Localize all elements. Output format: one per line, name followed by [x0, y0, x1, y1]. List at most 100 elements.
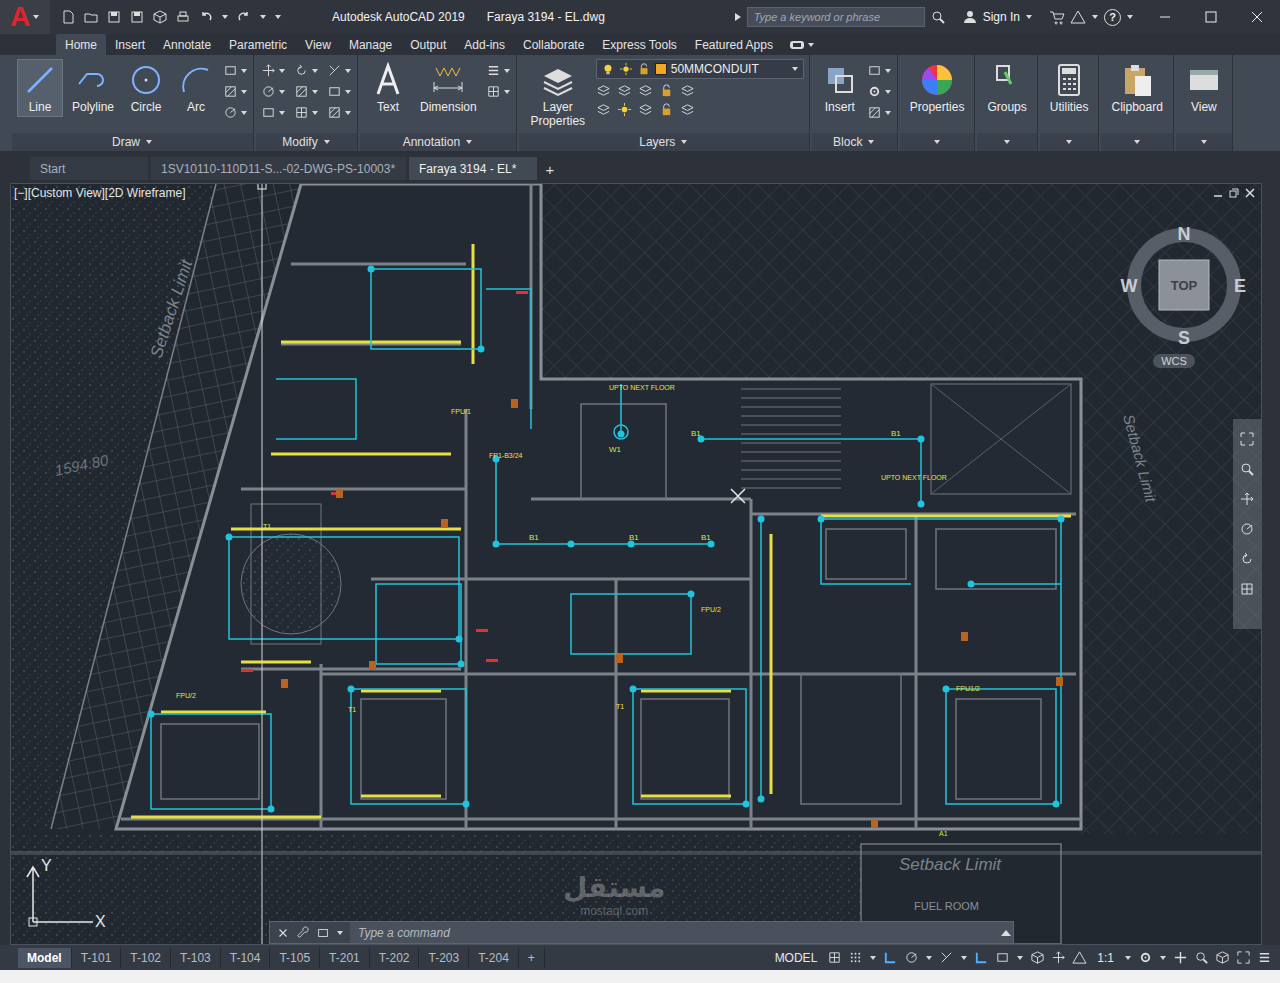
caret-icon[interactable]	[1003, 138, 1011, 146]
caret-icon[interactable]	[807, 41, 815, 49]
sun-icon[interactable]	[619, 62, 633, 76]
ribbon-tab[interactable]: Output	[401, 34, 455, 55]
rotate-icon[interactable]	[1239, 551, 1255, 567]
ribbon-tab[interactable]: Collaborate	[514, 34, 593, 55]
ribbon-tool[interactable]: Layer Properties	[524, 59, 592, 131]
grid-icon[interactable]	[294, 105, 309, 120]
lock-icon[interactable]	[659, 102, 674, 117]
caret-icon[interactable]	[1159, 954, 1167, 962]
layout-tab[interactable]: T-103	[171, 948, 221, 968]
grid-icon[interactable]	[827, 950, 842, 965]
layout-tab[interactable]: Model	[18, 948, 72, 968]
print-icon[interactable]	[175, 9, 191, 25]
logo[interactable]: A	[10, 1, 30, 33]
caret-icon[interactable]	[323, 138, 331, 146]
space-toggle[interactable]: MODEL	[771, 951, 822, 965]
cube-icon[interactable]	[152, 9, 168, 25]
ribbon-tool[interactable]: Arc	[173, 59, 219, 117]
ribbon-tool[interactable]: Dimension	[415, 59, 482, 117]
panel-title[interactable]: Draw	[12, 133, 253, 151]
panel-expander[interactable]	[1176, 133, 1232, 151]
caret-icon[interactable]	[1133, 138, 1141, 146]
caret-icon[interactable]	[278, 67, 286, 75]
caret-icon[interactable]	[884, 109, 892, 117]
user-icon[interactable]	[962, 9, 978, 25]
caret-icon[interactable]	[311, 67, 319, 75]
rect-icon[interactable]	[261, 105, 276, 120]
caret-icon[interactable]	[240, 109, 248, 117]
caret-icon[interactable]	[1065, 138, 1073, 146]
view-icon[interactable]	[1186, 62, 1222, 98]
bulb-icon[interactable]	[601, 62, 615, 76]
clipboard-icon[interactable]	[1119, 62, 1155, 98]
caret-icon[interactable]	[867, 138, 875, 146]
file-tab[interactable]: 1SV10110-110D11-S...-02-DWG-PS-10003*	[151, 157, 406, 180]
viewcube[interactable]: TOPNSWEWCS	[1117, 218, 1251, 368]
circle-icon[interactable]	[128, 62, 164, 98]
caret-icon[interactable]	[1126, 13, 1134, 21]
layer-icon[interactable]	[680, 102, 695, 117]
cube-icon[interactable]	[1030, 950, 1045, 965]
menu-icon[interactable]	[486, 63, 501, 78]
ribbon-tab[interactable]: Featured Apps	[686, 34, 782, 55]
caret-icon[interactable]	[240, 67, 248, 75]
file-tab[interactable]: Start	[30, 157, 148, 180]
panel-expander[interactable]	[977, 133, 1036, 151]
caret-icon[interactable]	[884, 67, 892, 75]
ribbon-tool[interactable]: Text	[365, 59, 411, 117]
rotate-icon[interactable]	[294, 63, 309, 78]
arc-icon[interactable]	[178, 62, 214, 98]
layers-icon[interactable]	[540, 62, 576, 98]
layer-icon[interactable]	[596, 83, 611, 98]
layout-tab[interactable]: T-105	[270, 948, 320, 968]
hatch-icon[interactable]	[327, 105, 342, 120]
redo-icon[interactable]	[236, 9, 252, 25]
ribbon-toggle-icon[interactable]	[790, 40, 804, 50]
ribbon-tab[interactable]: Manage	[340, 34, 401, 55]
panel-title[interactable]: Block	[812, 133, 897, 151]
rect-icon[interactable]	[995, 950, 1010, 965]
caret-icon[interactable]	[336, 929, 344, 937]
panel-button[interactable]: View	[1181, 59, 1227, 117]
panel-title[interactable]: Layers	[519, 133, 809, 151]
caret-icon[interactable]	[145, 138, 153, 146]
a360-icon[interactable]	[1070, 9, 1086, 25]
ribbon-tab[interactable]: Parametric	[220, 34, 296, 55]
rect-icon[interactable]	[327, 84, 342, 99]
lock-icon[interactable]	[637, 62, 651, 76]
viewport-minimize-icon[interactable]	[1213, 188, 1223, 198]
ribbon-tab[interactable]: Annotate	[154, 34, 220, 55]
compass-north[interactable]: N	[1178, 224, 1191, 244]
close-icon[interactable]	[1251, 11, 1263, 23]
caret-icon[interactable]	[933, 138, 941, 146]
palette-icon[interactable]	[919, 62, 955, 98]
layout-tab[interactable]: T-201	[320, 948, 370, 968]
caret-icon[interactable]	[344, 109, 352, 117]
layer-icon[interactable]	[596, 102, 611, 117]
new-icon[interactable]	[60, 9, 76, 25]
rect-icon[interactable]	[867, 63, 882, 78]
drawing-viewport[interactable]: Setback LimitSetback LimitSetback LimitF…	[10, 183, 1262, 945]
polar-icon[interactable]	[904, 950, 919, 965]
layout-tab[interactable]: T-104	[221, 948, 271, 968]
caret-icon[interactable]	[344, 67, 352, 75]
ribbon-tab[interactable]: Add-ins	[455, 34, 514, 55]
panel-button[interactable]: Properties	[905, 59, 970, 117]
caret-icon[interactable]	[1124, 954, 1132, 962]
sign-in-button[interactable]: Sign In	[954, 9, 1041, 25]
caret-icon[interactable]	[274, 13, 282, 21]
caret-icon[interactable]	[791, 65, 799, 73]
help-button[interactable]: ?	[1104, 9, 1121, 26]
move-icon[interactable]	[261, 63, 276, 78]
viewport-close-icon[interactable]	[1245, 188, 1255, 198]
close-button[interactable]	[1234, 0, 1280, 34]
viewcube-face[interactable]: TOP	[1171, 278, 1198, 293]
ribbon-tab[interactable]: Insert	[106, 34, 154, 55]
caret-icon[interactable]	[240, 88, 248, 96]
save-icon[interactable]	[129, 9, 145, 25]
dimension-icon[interactable]	[430, 62, 466, 98]
move-icon[interactable]	[1051, 950, 1066, 965]
hatch-icon[interactable]	[223, 84, 238, 99]
rect-icon[interactable]	[223, 63, 238, 78]
caret-icon[interactable]	[465, 138, 473, 146]
